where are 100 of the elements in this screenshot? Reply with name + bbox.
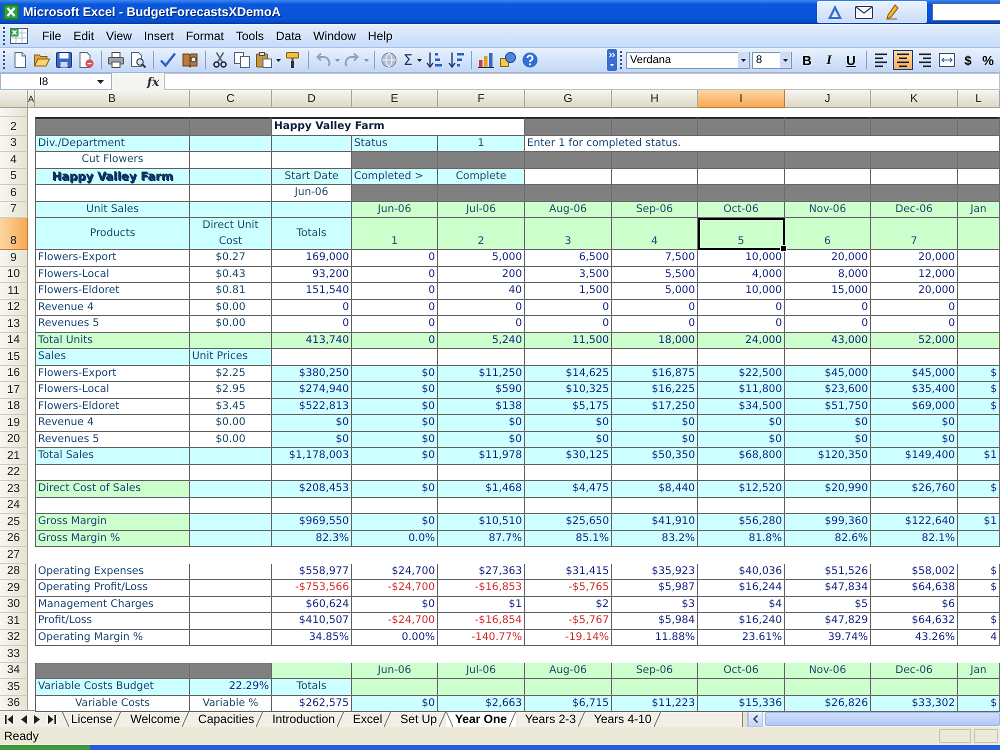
menu-item[interactable]: Insert — [138, 28, 180, 42]
column-header[interactable]: L — [958, 90, 1000, 108]
column-header[interactable]: E — [352, 90, 438, 108]
column-header[interactable]: C — [190, 90, 272, 108]
row-header[interactable]: 11 — [0, 283, 28, 300]
grip-icon[interactable] — [3, 26, 6, 44]
row-header[interactable]: 22 — [0, 464, 28, 481]
row-header[interactable]: 19 — [0, 415, 28, 432]
bar-chart-icon[interactable] — [478, 52, 494, 68]
triangle-icon[interactable] — [827, 4, 843, 20]
last-sheet-icon[interactable] — [47, 714, 56, 724]
caret-icon[interactable] — [97, 80, 104, 84]
checkmark-icon[interactable] — [160, 52, 176, 68]
row-header[interactable]: 3 — [0, 136, 28, 152]
row-header[interactable]: 34 — [0, 662, 28, 679]
column-header[interactable]: K — [871, 90, 958, 108]
document-icon[interactable] — [78, 52, 94, 68]
caret-icon[interactable] — [417, 58, 422, 62]
new-document-icon[interactable] — [12, 52, 28, 68]
shapes-icon[interactable] — [500, 52, 516, 68]
globe-icon[interactable] — [381, 52, 397, 68]
print-preview-icon[interactable] — [130, 52, 146, 68]
envelope-icon[interactable] — [855, 6, 873, 18]
fill-handle[interactable] — [780, 245, 787, 252]
tab-split-handle[interactable] — [742, 711, 748, 727]
row-header[interactable]: 23 — [0, 481, 28, 498]
row-header[interactable]: 25 — [0, 514, 28, 530]
column-header[interactable]: A — [28, 90, 35, 108]
column-header[interactable]: F — [438, 90, 525, 108]
previous-sheet-icon[interactable] — [21, 714, 27, 724]
autosum-button[interactable]: Σ — [400, 51, 416, 69]
first-sheet-icon[interactable] — [5, 714, 14, 724]
row-header[interactable]: 20 — [0, 432, 28, 448]
caret-icon[interactable] — [276, 58, 281, 62]
row-header[interactable]: 31 — [0, 613, 28, 630]
copy-icon[interactable] — [234, 52, 250, 68]
insert-function-button[interactable]: fx — [147, 74, 160, 88]
column-header[interactable]: D — [272, 90, 352, 108]
row-header[interactable]: 18 — [0, 398, 28, 415]
row-header[interactable]: 10 — [0, 266, 28, 283]
menu-item[interactable]: View — [100, 28, 138, 42]
row-header[interactable]: 5 — [0, 168, 28, 185]
name-box[interactable]: I8 — [0, 73, 112, 90]
row-header[interactable]: 27 — [0, 547, 28, 564]
scroll-left-button[interactable] — [748, 711, 763, 727]
row-header[interactable]: 24 — [0, 498, 28, 514]
format-button[interactable]: U — [841, 50, 861, 70]
column-header[interactable]: H — [612, 90, 698, 108]
row-header[interactable]: 15 — [0, 349, 28, 366]
toolbar-options-icon[interactable] — [607, 49, 617, 71]
column-header[interactable]: G — [525, 90, 612, 108]
row-header[interactable]: 8 — [0, 218, 28, 250]
row-header[interactable]: 2 — [0, 117, 28, 136]
menu-item[interactable]: Edit — [67, 28, 100, 42]
help-icon[interactable] — [522, 52, 538, 68]
caret-icon[interactable] — [738, 52, 749, 68]
workbook-icon[interactable] — [10, 28, 28, 44]
start-button[interactable] — [0, 745, 90, 750]
menu-item[interactable]: Tools — [230, 28, 270, 42]
row-header[interactable]: 30 — [0, 596, 28, 613]
row-header[interactable]: 16 — [0, 366, 28, 382]
font-size-field[interactable]: 8 — [752, 52, 792, 68]
pen-icon[interactable] — [885, 4, 899, 20]
row-header[interactable]: 14 — [0, 332, 28, 349]
alignment-button[interactable] — [893, 50, 913, 70]
sheet-tab[interactable]: Year One — [446, 711, 516, 727]
print-icon[interactable] — [108, 52, 124, 68]
row-header[interactable]: 12 — [0, 300, 28, 316]
row-header[interactable]: 28 — [0, 564, 28, 580]
menu-item[interactable]: File — [36, 28, 68, 42]
row-header[interactable]: 26 — [0, 530, 28, 547]
grip-icon[interactable] — [3, 51, 6, 69]
book-icon[interactable] — [182, 52, 198, 68]
column-header[interactable]: J — [785, 90, 871, 108]
format-button[interactable]: B — [797, 50, 817, 70]
row-header[interactable]: 35 — [0, 679, 28, 696]
save-icon[interactable] — [56, 52, 72, 68]
menu-item[interactable]: Window — [307, 28, 362, 42]
row-header[interactable]: 33 — [0, 646, 28, 662]
menu-item[interactable]: Format — [180, 28, 230, 42]
format-button[interactable]: I — [819, 50, 839, 70]
brush-icon[interactable] — [285, 52, 301, 68]
row-header[interactable]: 6 — [0, 185, 28, 202]
row-header[interactable]: 21 — [0, 448, 28, 464]
caret-icon[interactable] — [780, 52, 791, 68]
row-header[interactable]: 17 — [0, 382, 28, 398]
number-format-button[interactable]: % — [979, 50, 997, 70]
row-header[interactable]: 29 — [0, 580, 28, 596]
column-header[interactable]: I — [698, 90, 785, 108]
formula-input[interactable] — [164, 73, 1000, 90]
sheet-tab[interactable]: License — [62, 711, 122, 727]
alignment-button[interactable] — [937, 50, 957, 70]
row-header[interactable]: 32 — [0, 630, 28, 646]
scissors-icon[interactable] — [212, 52, 228, 68]
grip-icon[interactable] — [620, 51, 623, 69]
open-folder-icon[interactable] — [34, 52, 50, 68]
next-sheet-icon[interactable] — [34, 714, 40, 724]
row-header[interactable]: 13 — [0, 316, 28, 332]
sort-ascending-icon[interactable] — [426, 52, 442, 68]
menu-item[interactable]: Data — [270, 28, 308, 42]
